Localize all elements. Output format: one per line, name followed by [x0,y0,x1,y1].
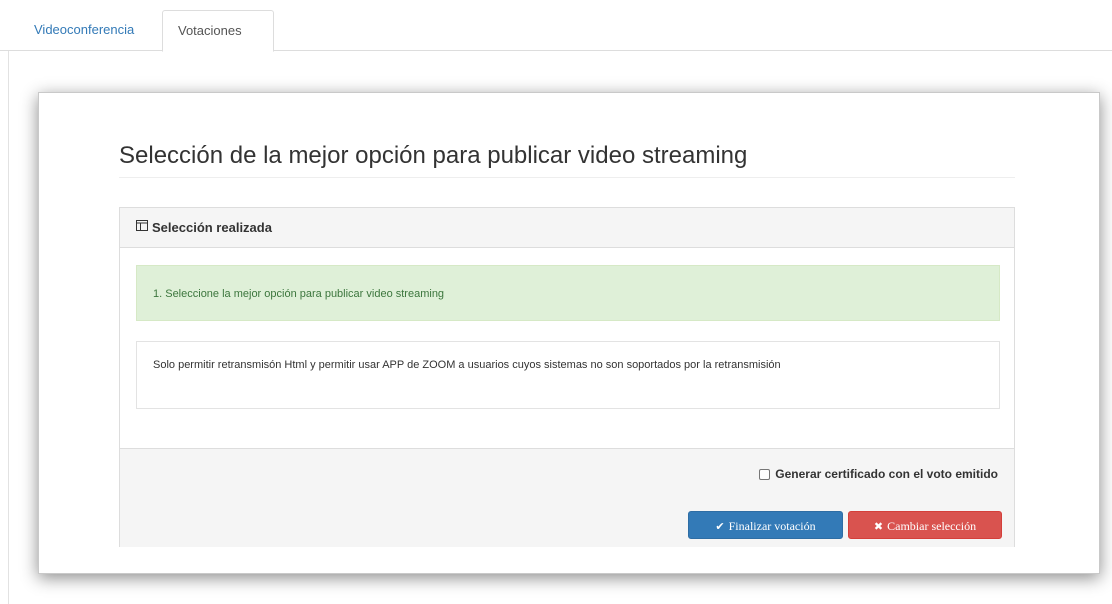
panel-heading: Selección realizada [120,208,1014,248]
certificate-label[interactable]: Generar certificado con el voto emitido [775,467,998,481]
panel-footer: Generar certificado con el voto emitido … [120,448,1014,547]
check-icon: ✔ [715,520,725,533]
certificate-option[interactable]: Generar certificado con el voto emitido [759,465,998,483]
panel-heading-label: Selección realizada [152,220,272,235]
vote-dialog: Selección de la mejor opción para public… [38,92,1100,574]
change-selection-label: Cambiar selección [887,519,977,533]
finish-vote-label: Finalizar votación [728,519,816,533]
tab-bar: Videoconferencia Votaciones [0,0,1112,52]
selected-option: Solo permitir retransmisón Html y permit… [136,341,1000,409]
x-icon: ✖ [873,520,884,533]
table-icon [136,207,148,247]
selection-panel: Selección realizada 1. Seleccione la mej… [119,207,1015,547]
title-divider [119,177,1015,178]
vote-title: Selección de la mejor opción para public… [119,142,748,169]
question-alert: 1. Seleccione la mejor opción para publi… [136,265,1000,321]
tab-videoconferencia[interactable]: Videoconferencia [34,10,180,50]
certificate-checkbox[interactable] [759,468,771,480]
change-selection-button[interactable]: ✖ Cambiar selección [848,511,1002,539]
finish-vote-button[interactable]: ✔ Finalizar votación [688,511,843,539]
tab-votaciones[interactable]: Votaciones [162,10,274,52]
